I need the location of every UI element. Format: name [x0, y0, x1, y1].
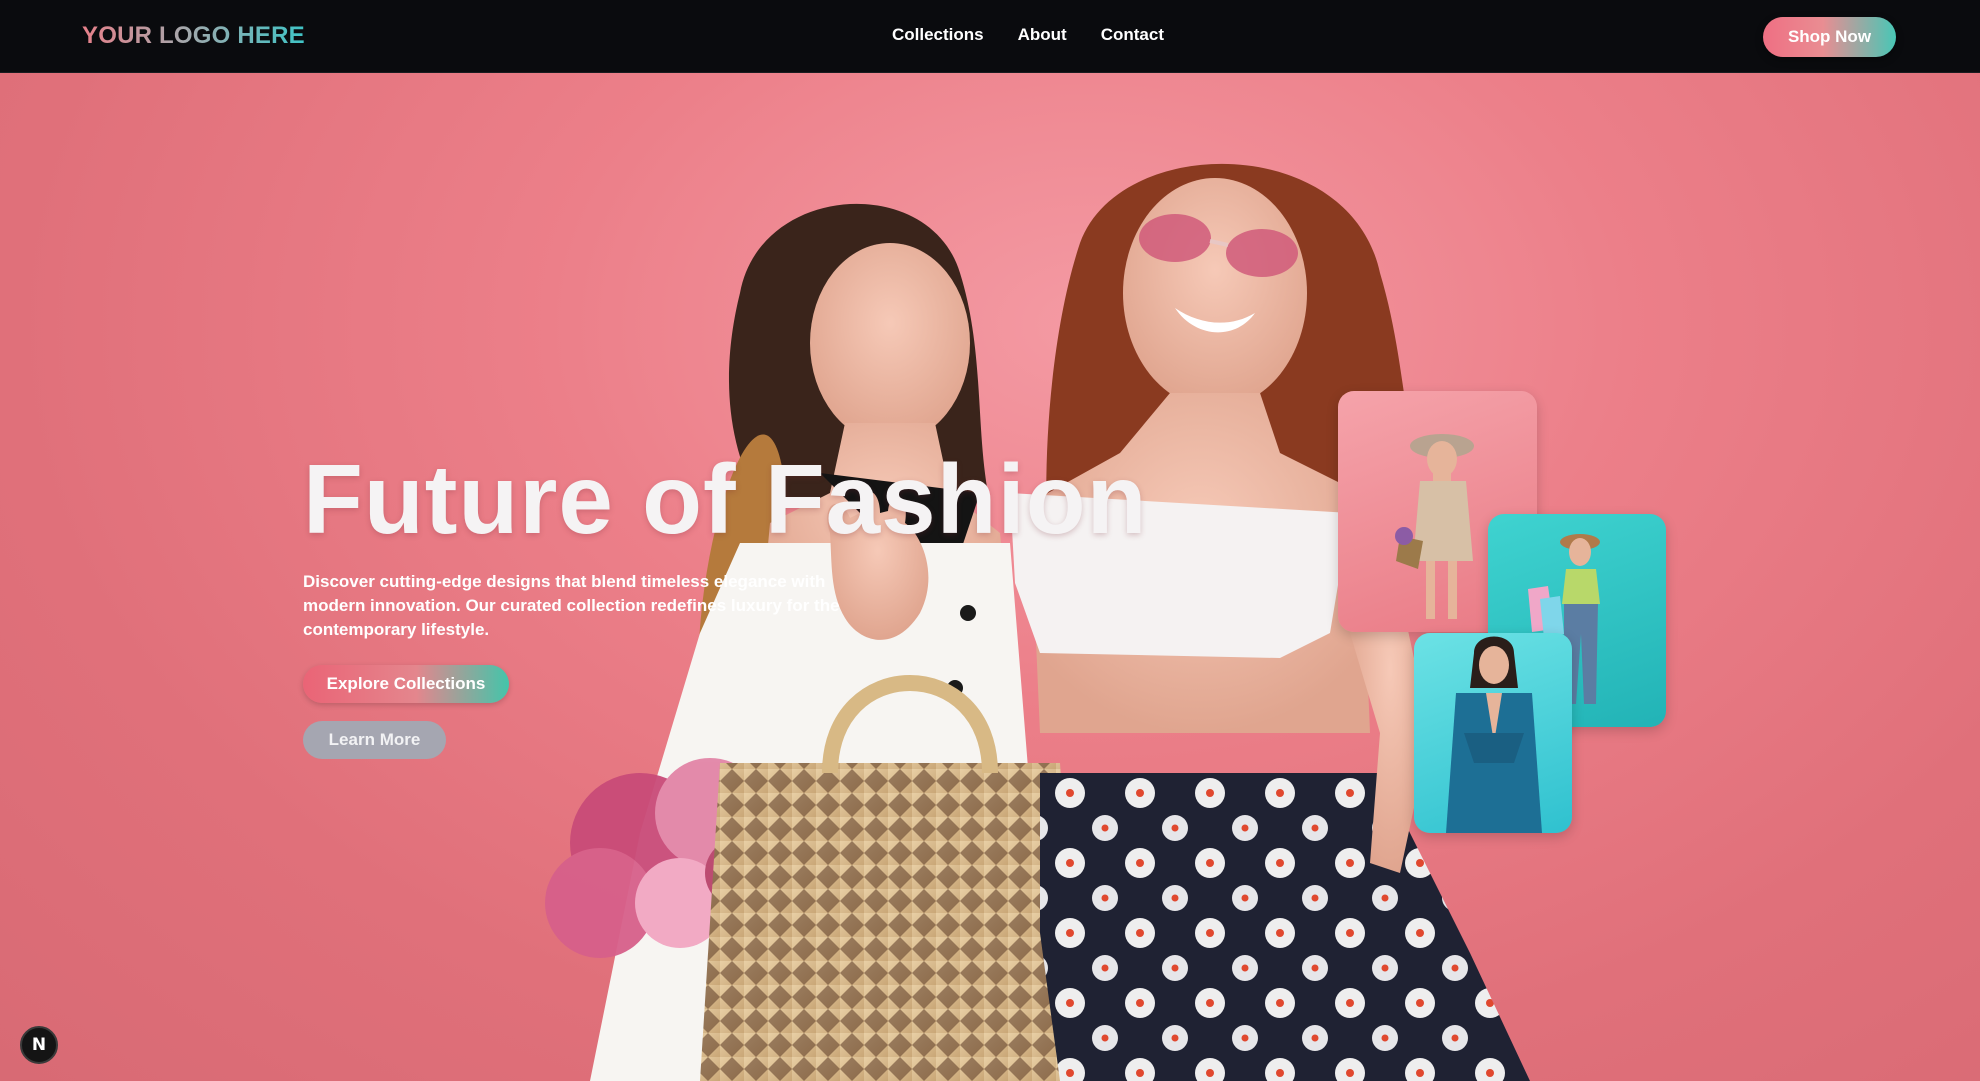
explore-collections-button[interactable]: Explore Collections [303, 665, 509, 703]
hero-description: Discover cutting-edge designs that blend… [303, 572, 840, 639]
navbar: YOUR LOGO HERE Collections About Contact… [0, 0, 1980, 73]
badge-letter: N [31, 1035, 47, 1055]
hero-section: Future of Fashion Discover cutting-edge … [0, 73, 1980, 1081]
hero-title: Future of Fashion [303, 444, 1148, 554]
hero-photo [545, 163, 1530, 1081]
thumbnail-blue-suit[interactable] [1414, 633, 1572, 833]
nav-links: Collections About Contact [892, 25, 1164, 45]
logo[interactable]: YOUR LOGO HERE [82, 22, 305, 50]
nav-link-collections[interactable]: Collections [892, 25, 984, 45]
nav-link-contact[interactable]: Contact [1101, 25, 1164, 45]
nav-link-about[interactable]: About [1018, 25, 1067, 45]
next-n-icon[interactable]: N [20, 1026, 58, 1064]
learn-more-button[interactable]: Learn More [303, 721, 446, 759]
thumbnail-blue-suit-image [1446, 636, 1542, 833]
shop-now-button[interactable]: Shop Now [1763, 17, 1896, 57]
